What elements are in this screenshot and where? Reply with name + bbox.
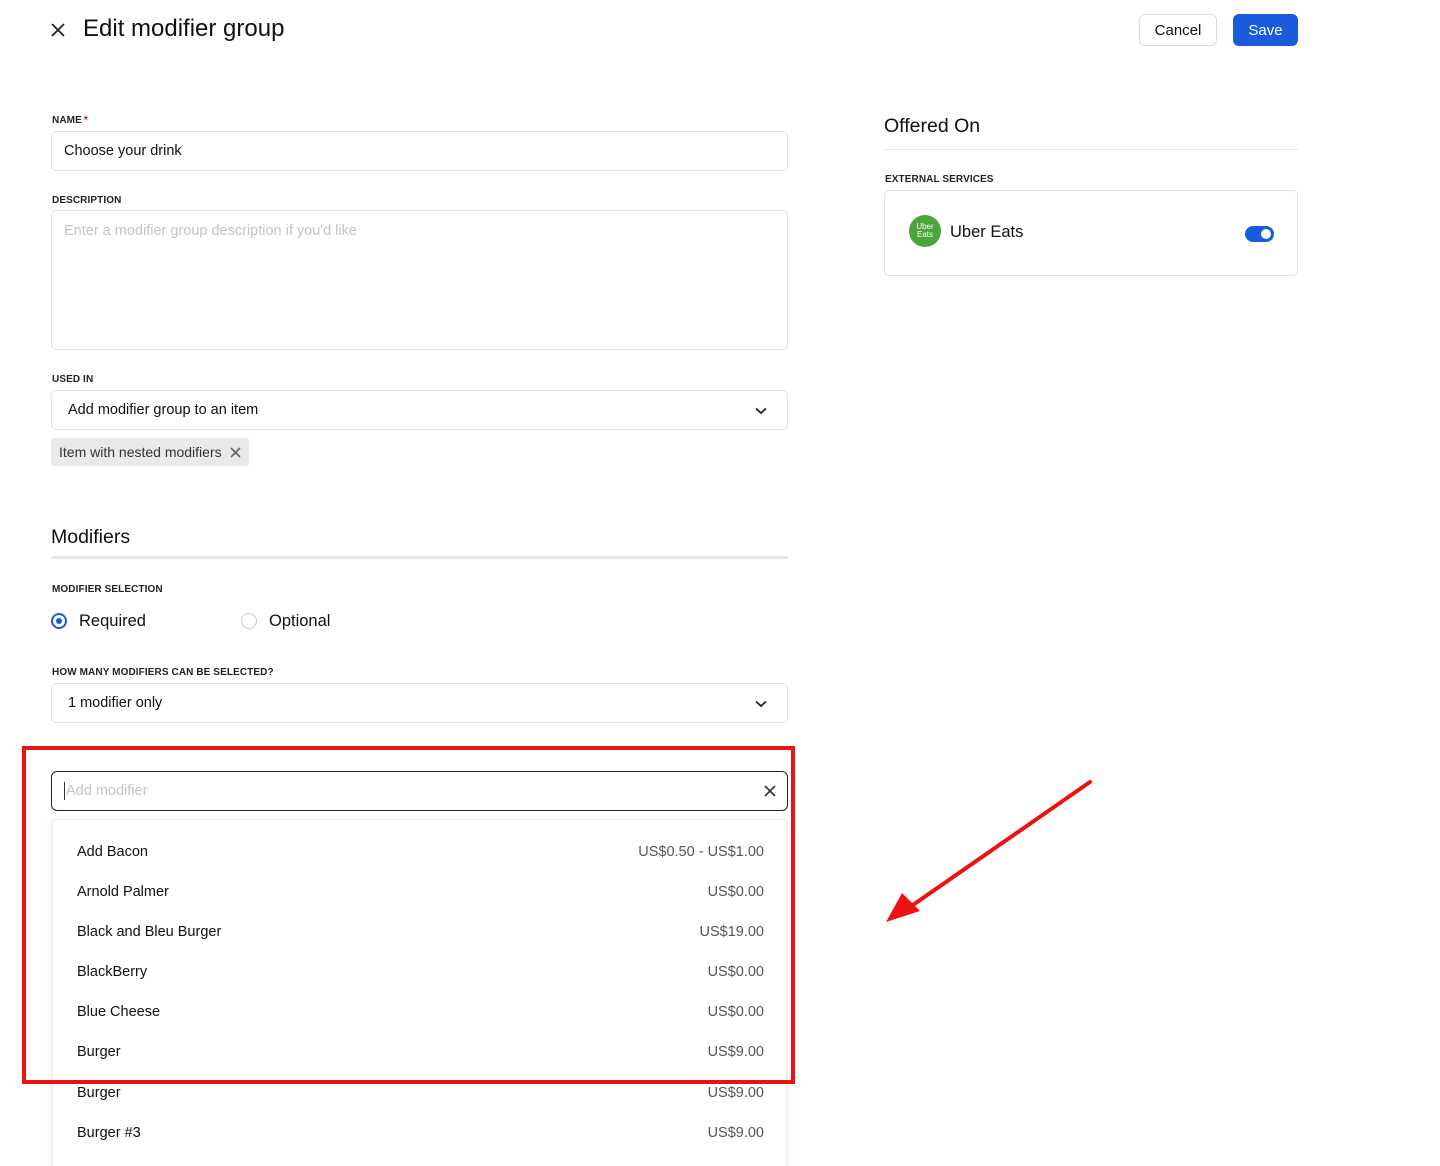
save-button[interactable]: Save [1233,14,1298,46]
text-caret [64,782,65,800]
name-label: NAME * [52,115,88,126]
option-price: US$19.00 [699,924,765,940]
option-name: Blue Cheese [77,1004,161,1020]
option-name: Arnold Palmer [77,884,169,900]
option-price: US$9.00 [707,1044,764,1060]
required-mark: * [83,115,88,126]
used-in-label: USED IN [52,374,94,385]
option-name: Burger #3 [77,1125,141,1141]
add-modifier-input[interactable]: Add modifier [51,771,788,811]
chevron-down-icon [755,700,767,708]
logo-text-line2: Eats [916,230,933,239]
modifier-option[interactable]: Burger US$9.00 [53,1032,788,1072]
clear-icon[interactable] [763,784,777,798]
radio-required[interactable] [51,613,67,629]
option-price: US$0.50 - US$1.00 [638,844,764,860]
modifier-selection-label: MODIFIER SELECTION [52,584,163,595]
chevron-down-icon [755,407,767,415]
chip-remove-icon[interactable] [230,446,241,458]
description-textarea[interactable]: Enter a modifier group description if yo… [51,210,788,350]
option-price: US$0.00 [707,1004,764,1020]
offered-on-divider [884,149,1298,150]
add-modifier-placeholder: Add modifier [66,783,148,799]
modifier-count-select[interactable]: 1 modifier only [51,683,788,723]
modifier-option[interactable]: Blue Cheese US$0.00 [53,992,788,1032]
external-services-label: EXTERNAL SERVICES [885,174,994,185]
modifier-option[interactable]: Black and Bleu Burger US$19.00 [53,912,788,952]
service-name: Uber Eats [950,223,1024,241]
modifier-option[interactable]: Arnold Palmer US$0.00 [53,872,788,912]
name-input-value: Choose your drink [64,143,182,159]
modifiers-divider [51,556,788,559]
radio-optional-label[interactable]: Optional [269,612,330,631]
used-in-select[interactable]: Add modifier group to an item [51,390,788,430]
description-label: DESCRIPTION [52,195,122,206]
modifier-option[interactable]: BlackBerry US$0.00 [53,952,788,992]
option-price: US$9.00 [707,1085,764,1101]
chip-label: Item with nested modifiers [59,444,222,460]
name-label-text: NAME [52,115,82,126]
modifier-option[interactable]: Burger #3 US$9.00 [53,1113,788,1153]
radio-required-label[interactable]: Required [79,612,146,631]
option-price: US$9.00 [707,1125,764,1141]
offered-on-title: Offered On [884,115,981,137]
close-icon[interactable] [48,20,68,40]
cancel-button[interactable]: Cancel [1139,14,1217,46]
option-name: BlackBerry [77,964,148,980]
used-in-select-value: Add modifier group to an item [68,402,259,418]
description-placeholder: Enter a modifier group description if yo… [64,223,357,239]
option-name: Add Bacon [77,844,148,860]
modifier-option[interactable]: Burger US$9.00 [53,1073,788,1113]
used-in-chip: Item with nested modifiers [51,438,249,466]
page-title: Edit modifier group [83,15,285,42]
modifier-dropdown: Add Bacon US$0.50 - US$1.00 Arnold Palme… [52,819,787,1166]
annotation-arrow-icon [886,780,1092,922]
option-name: Black and Bleu Burger [77,924,222,940]
uber-eats-card: Uber Eats Uber Eats [884,190,1298,276]
modifier-count-label: HOW MANY MODIFIERS CAN BE SELECTED? [52,667,274,678]
modifiers-title: Modifiers [51,526,131,548]
name-input[interactable]: Choose your drink [51,131,788,171]
option-name: Burger [77,1044,121,1060]
option-price: US$0.00 [707,964,764,980]
modifier-option[interactable]: Add Bacon US$0.50 - US$1.00 [53,832,788,872]
modifier-count-value: 1 modifier only [68,695,163,711]
option-price: US$0.00 [707,884,764,900]
header: Edit modifier group Cancel Save [0,0,1440,60]
uber-eats-logo: Uber Eats [909,215,941,247]
uber-eats-toggle[interactable] [1245,226,1274,242]
radio-optional[interactable] [241,613,257,629]
option-name: Burger [77,1085,121,1101]
